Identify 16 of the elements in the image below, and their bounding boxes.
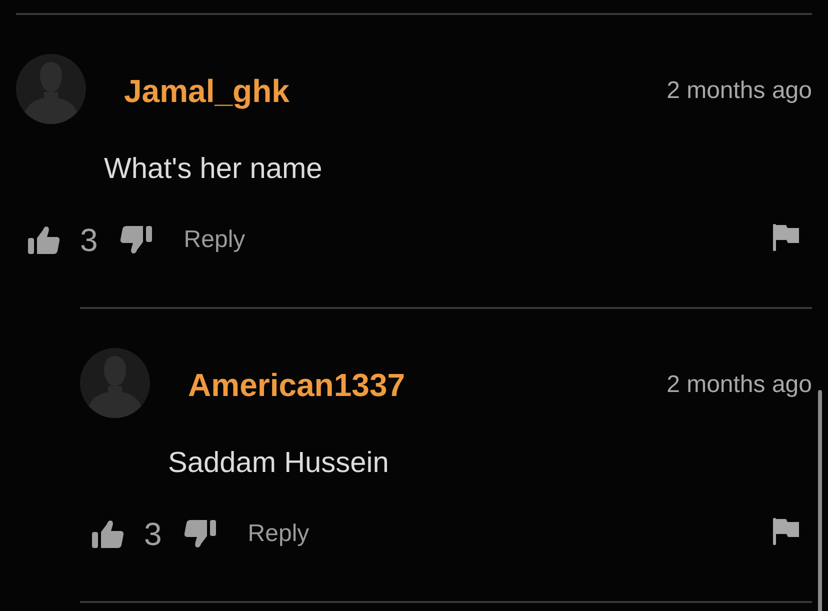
like-count: 3 — [80, 221, 98, 260]
timestamp: 2 months ago — [666, 370, 812, 400]
reply-button[interactable]: Reply — [248, 519, 310, 549]
comment-text: What's her name — [104, 152, 324, 187]
thumbs-up-icon[interactable] — [28, 226, 60, 254]
like-count: 3 — [144, 515, 162, 554]
reply-button[interactable]: Reply — [184, 225, 246, 255]
timestamp: 2 months ago — [666, 76, 812, 106]
username-link[interactable]: American1337 — [188, 365, 406, 405]
comment-text: Saddam Hussein — [168, 446, 390, 481]
flag-icon[interactable] — [773, 224, 799, 251]
thumbs-down-icon[interactable] — [120, 226, 152, 254]
username-link[interactable]: Jamal_ghk — [124, 71, 290, 111]
thumbs-down-icon[interactable] — [184, 520, 216, 548]
flag-icon[interactable] — [773, 518, 799, 545]
thumbs-up-icon[interactable] — [92, 520, 124, 548]
